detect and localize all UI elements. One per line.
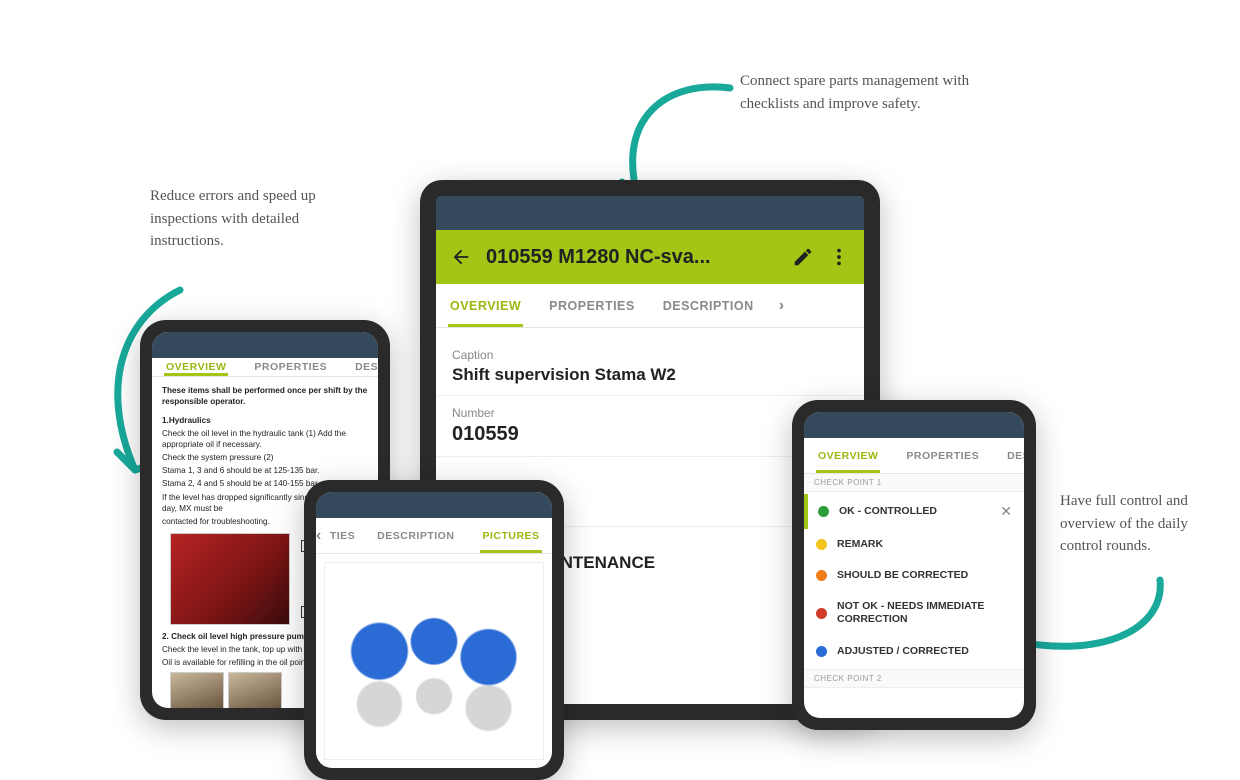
tab-properties[interactable]: PROPERTIES bbox=[892, 438, 993, 473]
status-not-ok[interactable]: NOT OK - NEEDS IMMEDIATE CORRECTION bbox=[804, 591, 1024, 635]
status-should-correct[interactable]: SHOULD BE CORRECTED bbox=[804, 560, 1024, 591]
phone2-screen: ‹ TIES DESCRIPTION PICTURES PLANI › bbox=[316, 492, 552, 768]
annotation-right: Have full control and overview of the da… bbox=[1060, 490, 1210, 558]
tab-overview[interactable]: OVERVIEW bbox=[436, 284, 535, 327]
doc-line: Stama 1, 3 and 6 should be at 125-135 ba… bbox=[162, 465, 368, 476]
back-icon[interactable] bbox=[450, 246, 472, 268]
annotation-top: Connect spare parts management with chec… bbox=[740, 70, 970, 115]
doc-thumbnail bbox=[170, 672, 224, 708]
status-bar bbox=[804, 412, 1024, 438]
tab-description[interactable]: DESCRIPTION bbox=[649, 284, 768, 327]
tab-overview[interactable]: OVERVIEW bbox=[152, 358, 240, 376]
status-label: NOT OK - NEEDS IMMEDIATE CORRECTION bbox=[837, 600, 1012, 626]
tab-pictures[interactable]: PICTURES bbox=[468, 518, 552, 553]
value-number: 010559 bbox=[452, 423, 848, 446]
status-dot-icon bbox=[816, 570, 827, 581]
status-list: OK - CONTROLLED ✕ REMARK SHOULD BE CORRE… bbox=[804, 492, 1024, 669]
tab-properties-fragment[interactable]: TIES bbox=[322, 518, 363, 553]
doc-section1-title: 1.Hydraulics bbox=[162, 415, 368, 426]
doc-line: Check the oil level in the hydraulic tan… bbox=[162, 428, 368, 450]
doc-lead: These items shall be performed once per … bbox=[162, 385, 368, 407]
tabs: ‹ TIES DESCRIPTION PICTURES PLANI › bbox=[316, 518, 552, 554]
status-active-bar bbox=[804, 494, 808, 529]
close-icon[interactable]: ✕ bbox=[1000, 503, 1012, 520]
label-caption: Caption bbox=[452, 348, 848, 362]
checkpoint-1-header: CHECK POINT 1 bbox=[804, 474, 1024, 492]
status-ok-controlled[interactable]: OK - CONTROLLED ✕ bbox=[804, 494, 1024, 529]
annotation-left: Reduce errors and speed up inspections w… bbox=[150, 185, 320, 253]
status-dot-icon bbox=[816, 539, 827, 550]
app-bar: 010559 M1280 NC-sva... bbox=[436, 230, 864, 284]
label-number: Number bbox=[452, 406, 848, 420]
tabs-next-icon[interactable]: › bbox=[768, 297, 796, 315]
appbar-title: 010559 M1280 NC-sva... bbox=[486, 246, 778, 269]
phone-parts: ‹ TIES DESCRIPTION PICTURES PLANI › bbox=[304, 480, 564, 780]
tab-description[interactable]: DESCRIPTION bbox=[363, 518, 468, 553]
status-bar bbox=[316, 492, 552, 518]
status-dot-icon bbox=[818, 506, 829, 517]
tab-overview[interactable]: OVERVIEW bbox=[804, 438, 892, 473]
more-icon[interactable] bbox=[828, 246, 850, 268]
tab-properties[interactable]: PROPERTIES bbox=[535, 284, 649, 327]
tabs: OVERVIEW PROPERTIES DESCRIPTION › bbox=[436, 284, 864, 328]
tab-description[interactable]: DESCRIPTION bbox=[993, 438, 1024, 473]
status-label: ADJUSTED / CORRECTED bbox=[837, 645, 1012, 658]
status-bar bbox=[152, 332, 378, 358]
tab-description[interactable]: DESCRIPTION bbox=[341, 358, 378, 376]
value-caption: Shift supervision Stama W2 bbox=[452, 365, 848, 385]
parts-image[interactable] bbox=[324, 562, 544, 760]
tabs: OVERVIEW PROPERTIES DESCRIPTION › bbox=[152, 358, 378, 377]
edit-icon[interactable] bbox=[792, 246, 814, 268]
status-label: OK - CONTROLLED bbox=[839, 505, 990, 518]
status-label: REMARK bbox=[837, 538, 1012, 551]
doc-image-hydraulics: 2 1 bbox=[170, 533, 290, 625]
status-remark[interactable]: REMARK bbox=[804, 529, 1024, 560]
divider bbox=[436, 395, 864, 396]
checkpoint-2-header: CHECK POINT 2 bbox=[804, 669, 1024, 688]
doc-thumbnail bbox=[228, 672, 282, 708]
tabs: OVERVIEW PROPERTIES DESCRIPTION › bbox=[804, 438, 1024, 474]
tab-properties[interactable]: PROPERTIES bbox=[240, 358, 341, 376]
phone-status: OVERVIEW PROPERTIES DESCRIPTION › CHECK … bbox=[792, 400, 1036, 730]
doc-line: Check the system pressure (2) bbox=[162, 452, 368, 463]
status-label: SHOULD BE CORRECTED bbox=[837, 569, 1012, 582]
status-dot-icon bbox=[816, 646, 827, 657]
phone3-screen: OVERVIEW PROPERTIES DESCRIPTION › CHECK … bbox=[804, 412, 1024, 718]
status-bar bbox=[436, 196, 864, 230]
status-adjusted[interactable]: ADJUSTED / CORRECTED bbox=[804, 636, 1024, 667]
status-dot-icon bbox=[816, 608, 827, 619]
